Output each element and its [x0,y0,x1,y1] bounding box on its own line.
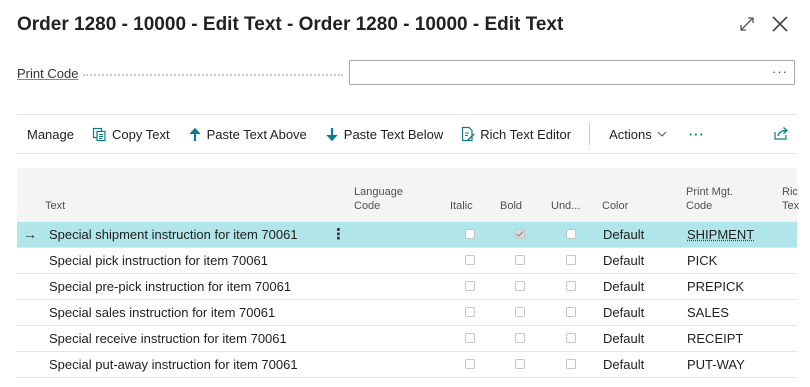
rich-text-editor-label: Rich Text Editor [480,126,572,142]
underline-checkbox[interactable] [566,359,576,369]
print-code-label[interactable]: Print Code [17,66,78,81]
current-row-arrow-icon: → [23,226,37,242]
table-row[interactable]: Special put-away instruction for item 70… [17,352,797,378]
chevron-down-icon [657,131,667,137]
text-lines-grid: Text Language Code Italic Bold Und... Co… [17,168,799,378]
bold-checkbox[interactable] [515,307,525,317]
actions-label: Actions [609,126,652,142]
print-mgt-code-cell[interactable]: SALES [687,300,729,325]
manage-button[interactable]: Manage [17,115,83,153]
bold-checkbox[interactable] [515,229,525,239]
checkmark-icon [516,231,524,237]
print-mgt-code-cell[interactable]: SHIPMENT [687,222,754,247]
text-cell[interactable]: Special put-away instruction for item 70… [49,352,298,377]
column-header-language-code[interactable]: Language Code [354,185,403,213]
print-code-field[interactable]: ··· [349,60,795,85]
rich-text-editor-button[interactable]: Rich Text Editor [452,115,580,153]
column-header-bold[interactable]: Bold [500,199,522,213]
paste-text-above-button[interactable]: Paste Text Above [179,115,316,153]
color-cell[interactable]: Default [603,300,644,325]
more-options-button[interactable]: ··· [677,127,717,142]
print-mgt-code-cell[interactable]: PUT-WAY [687,352,745,377]
column-header-rich-line2: Tex [782,200,800,212]
print-mgt-code-cell[interactable]: PREPICK [687,274,744,299]
italic-checkbox[interactable] [465,281,475,291]
paste-text-below-label: Paste Text Below [343,126,444,142]
edit-document-icon [462,126,475,142]
table-row[interactable]: → Special shipment instruction for item 7… [17,222,797,248]
print-mgt-code-cell[interactable]: RECEIPT [687,326,743,351]
column-header-language-line2: Code [354,200,381,212]
bold-checkbox[interactable] [515,255,525,265]
share-icon[interactable] [773,125,789,144]
text-cell[interactable]: Special receive instruction for item 700… [49,326,287,351]
paste-text-above-label: Paste Text Above [206,126,307,142]
table-row[interactable]: Special pick instruction for item 70061 D… [17,248,797,274]
column-header-language-line1: Language [354,186,403,198]
underline-checkbox[interactable] [566,229,576,239]
bold-checkbox[interactable] [515,333,525,343]
text-cell[interactable]: Special pre-pick instruction for item 70… [49,274,291,299]
arrow-up-icon [189,127,200,141]
underline-checkbox[interactable] [566,307,576,317]
copy-text-button[interactable]: Copy Text [83,115,179,153]
color-cell[interactable]: Default [603,326,644,351]
action-bar: Manage Copy Text Paste Text Above Paste … [17,114,797,154]
column-header-rich-line1: Ric [782,186,798,198]
color-cell[interactable]: Default [603,222,644,247]
column-header-italic[interactable]: Italic [450,199,473,213]
column-header-underline[interactable]: Und... [551,199,580,213]
column-header-text[interactable]: Text [45,199,65,213]
paste-text-below-button[interactable]: Paste Text Below [316,115,452,153]
bold-checkbox[interactable] [515,359,525,369]
print-mgt-code-cell[interactable]: PICK [687,248,717,273]
italic-checkbox[interactable] [465,359,475,369]
copy-icon [92,127,106,141]
actions-menu-button[interactable]: Actions [600,115,677,153]
column-header-print-mgt-code[interactable]: Print Mgt. Code [686,185,733,213]
underline-checkbox[interactable] [566,333,576,343]
manage-label: Manage [27,126,74,142]
arrow-down-icon [326,127,338,141]
italic-checkbox[interactable] [465,229,475,239]
column-header-color[interactable]: Color [602,199,628,213]
field-leader-dots [83,74,343,76]
color-cell[interactable]: Default [603,274,644,299]
italic-checkbox[interactable] [465,307,475,317]
table-row[interactable]: Special pre-pick instruction for item 70… [17,274,797,300]
underline-checkbox[interactable] [566,255,576,265]
expand-icon[interactable] [735,12,759,36]
italic-checkbox[interactable] [465,255,475,265]
text-cell[interactable]: Special shipment instruction for item 70… [49,222,298,247]
table-row[interactable]: Special sales instruction for item 70061… [17,300,797,326]
grid-header: Text Language Code Italic Bold Und... Co… [17,168,799,222]
row-menu-icon[interactable]: ⋮ [331,222,346,247]
close-icon[interactable] [768,12,792,36]
toolbar-divider [589,123,591,145]
text-cell[interactable]: Special sales instruction for item 70061 [49,300,275,325]
color-cell[interactable]: Default [603,352,644,377]
column-header-print-mgt-line2: Code [686,200,713,212]
column-header-print-mgt-line1: Print Mgt. [686,186,734,198]
underline-checkbox[interactable] [566,281,576,291]
column-header-rich-text[interactable]: Ric Tex [782,185,799,213]
dialog-title: Order 1280 - 10000 - Edit Text - Order 1… [17,14,564,35]
italic-checkbox[interactable] [465,333,475,343]
color-cell[interactable]: Default [603,248,644,273]
copy-text-label: Copy Text [111,126,170,142]
lookup-button[interactable]: ··· [772,64,788,79]
table-row[interactable]: Special receive instruction for item 700… [17,326,797,352]
text-cell[interactable]: Special pick instruction for item 70061 [49,248,268,273]
bold-checkbox[interactable] [515,281,525,291]
